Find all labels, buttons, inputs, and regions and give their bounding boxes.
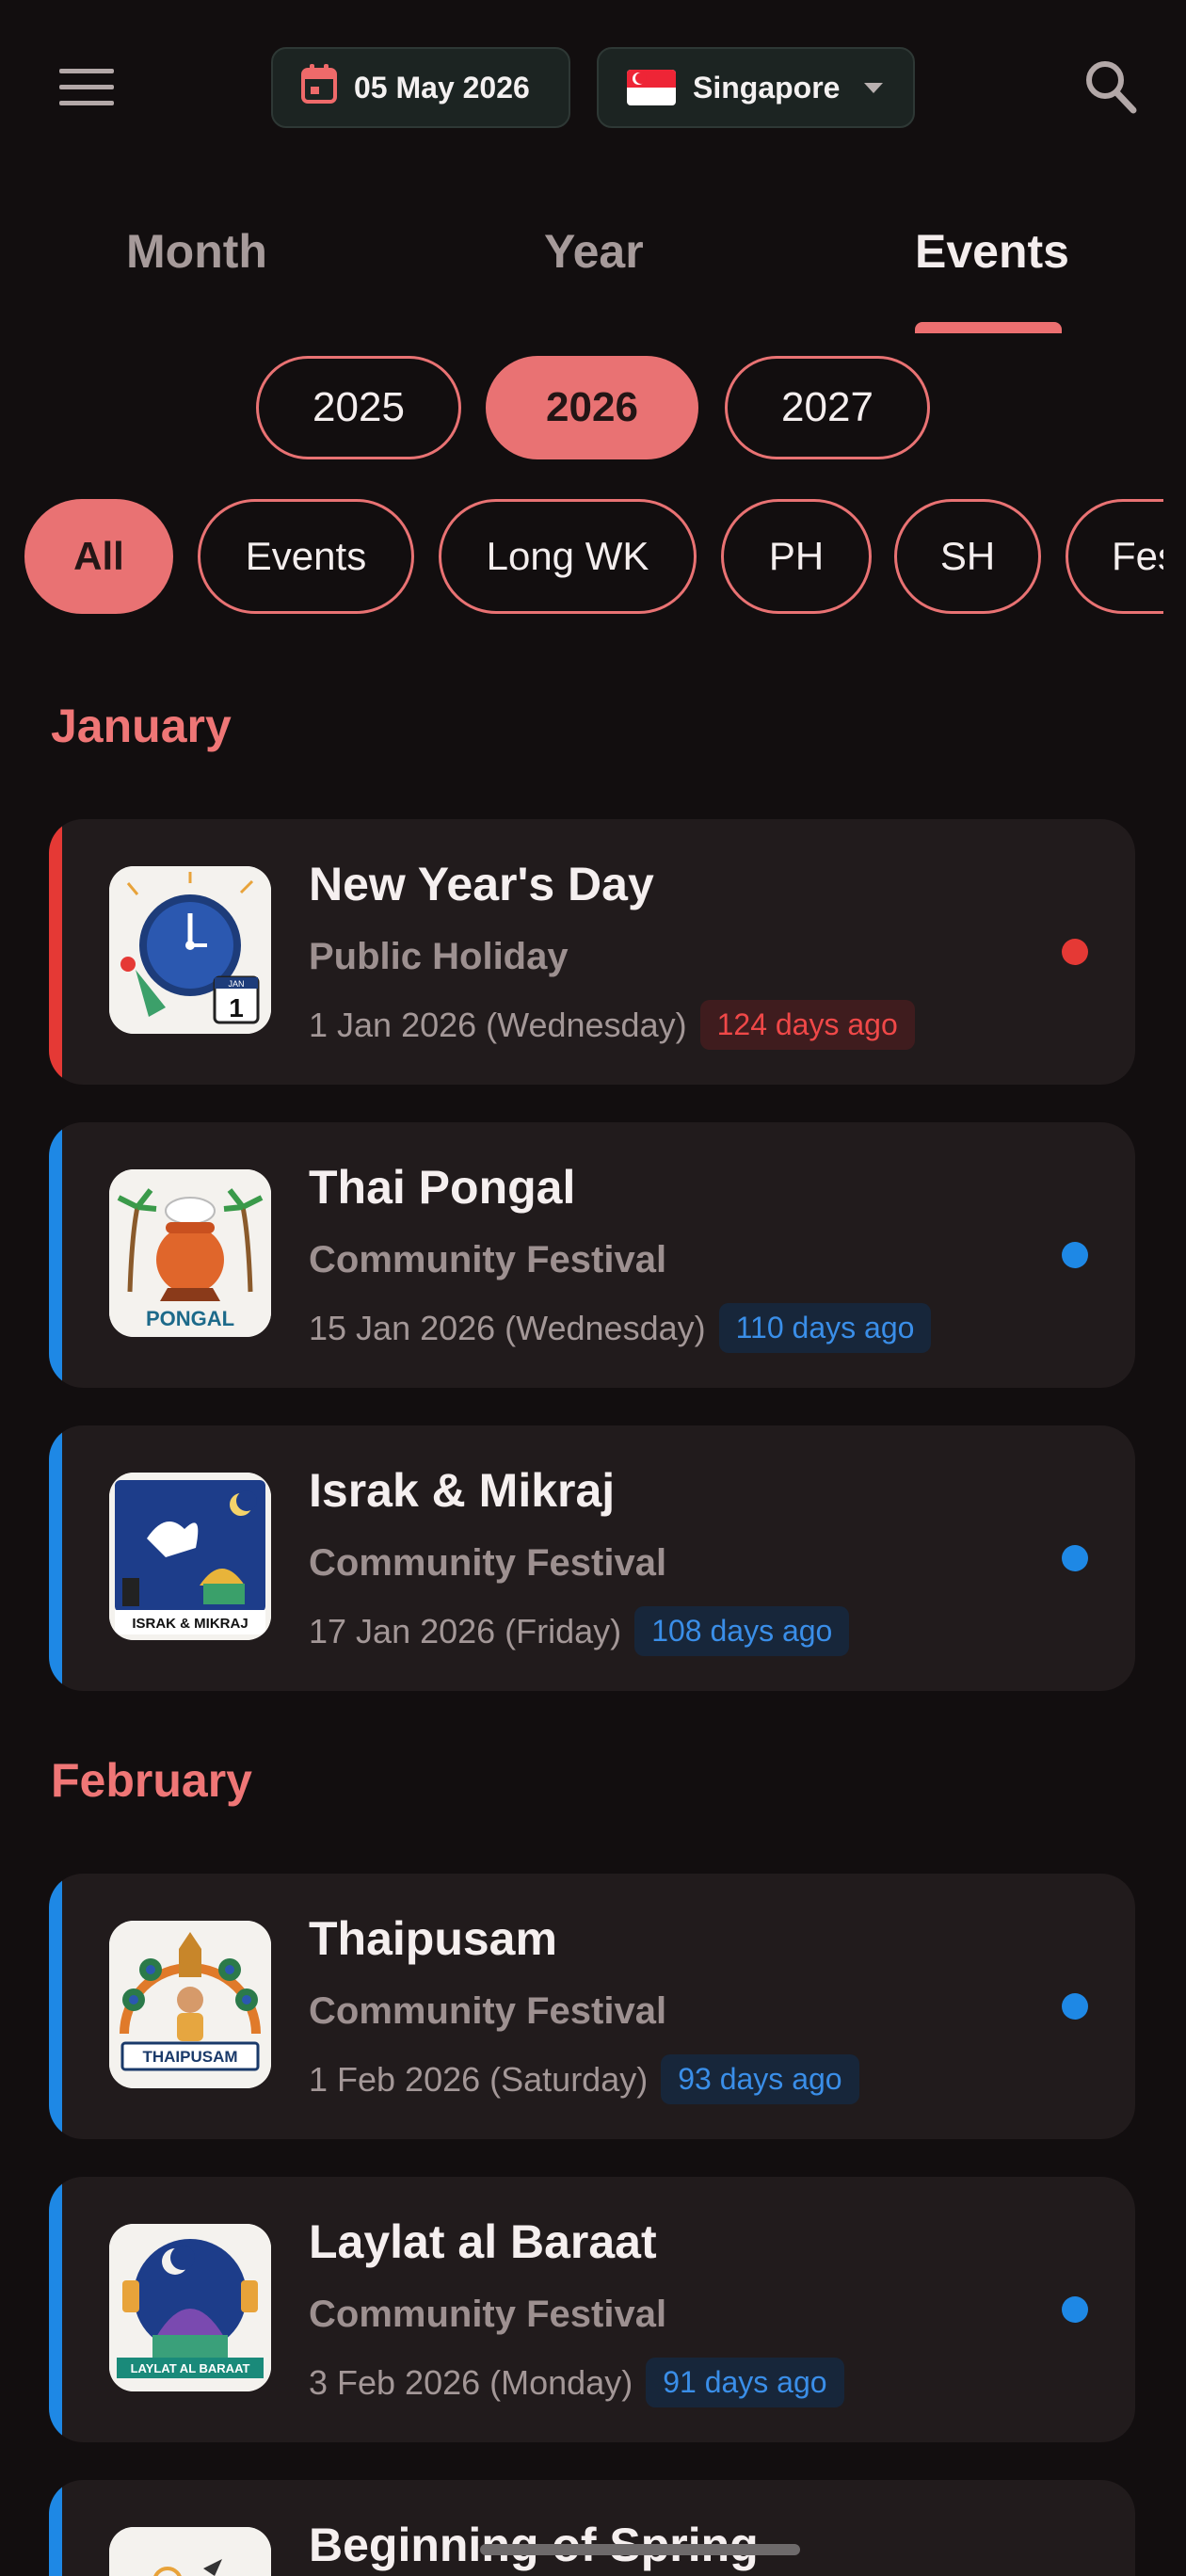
category-bar [49, 1425, 62, 1691]
event-type: Community Festival [309, 1239, 667, 1280]
days-ago-badge: 124 days ago [699, 1000, 915, 1050]
year-chip-2027[interactable]: 2027 [725, 356, 930, 459]
event-type: Community Festival [309, 1542, 667, 1584]
event-date-row: 3 Feb 2026 (Monday) 91 days ago [309, 2358, 844, 2407]
thumb-caption: ISRAK & MIKRAJ [132, 1616, 248, 1632]
category-bar [49, 1874, 62, 2139]
beginning-of-spring-image [109, 2527, 271, 2576]
category-bar [49, 2177, 62, 2442]
event-date: 15 Jan 2026 (Wednesday) [309, 1308, 706, 1347]
event-title: New Year's Day [309, 858, 654, 910]
days-ago-badge: 108 days ago [634, 1606, 850, 1656]
category-dot [1062, 1545, 1088, 1571]
search-icon[interactable] [1073, 49, 1148, 124]
category-bar [49, 1122, 62, 1388]
event-card[interactable]: PONGAL Thai Pongal Community Festival 15… [49, 1122, 1135, 1388]
event-card[interactable]: THAIPUSAM Thaipusam Community Festival 1… [49, 1874, 1135, 2139]
event-date-row: 1 Jan 2026 (Wednesday) 124 days ago [309, 1000, 915, 1050]
category-dot [1062, 939, 1088, 965]
event-date-row: 17 Jan 2026 (Friday) 108 days ago [309, 1606, 850, 1656]
event-card[interactable]: Beginning of Spring [49, 2480, 1135, 2576]
thaipusam-image: THAIPUSAM [109, 1921, 271, 2088]
date-selector[interactable]: 05 May 2026 [271, 47, 570, 128]
thumb-calendar-day: 1 [229, 993, 244, 1022]
country-label: Singapore [693, 70, 841, 105]
event-date: 1 Feb 2026 (Saturday) [309, 2059, 649, 2099]
event-date-row: 15 Jan 2026 (Wednesday) 110 days ago [309, 1303, 932, 1353]
view-tabs: Month Year Events [0, 198, 1186, 339]
event-date: 17 Jan 2026 (Friday) [309, 1611, 622, 1650]
new-years-day-image: JAN 1 [109, 866, 271, 1034]
event-card[interactable]: LAYLAT AL BARAAT Laylat al Baraat Commun… [49, 2177, 1135, 2442]
calendar-icon [301, 64, 337, 111]
israk-mikraj-image: ISRAK & MIKRAJ [109, 1473, 271, 1640]
filter-festival[interactable]: Fes [1066, 499, 1163, 614]
category-bar [49, 819, 62, 1085]
event-title: Laylat al Baraat [309, 2215, 657, 2268]
date-label: 05 May 2026 [354, 70, 530, 105]
year-chip-2025[interactable]: 2025 [256, 356, 461, 459]
event-title: Thaipusam [309, 1912, 557, 1965]
category-bar [49, 2480, 62, 2576]
event-date: 1 Jan 2026 (Wednesday) [309, 1005, 687, 1044]
thai-pongal-image: PONGAL [109, 1169, 271, 1337]
month-header-february: February [51, 1754, 252, 1807]
tab-month[interactable]: Month [126, 224, 267, 279]
month-header-january: January [51, 700, 232, 752]
thumb-caption: THAIPUSAM [142, 2048, 237, 2066]
event-type: Public Holiday [309, 936, 569, 977]
laylat-al-baraat-image: LAYLAT AL BARAAT [109, 2224, 271, 2391]
event-card[interactable]: JAN 1 New Year's Day Public Holiday 1 Ja… [49, 819, 1135, 1085]
days-ago-badge: 93 days ago [661, 2054, 859, 2104]
top-app-bar: 05 May 2026 Singapore [0, 0, 1186, 179]
days-ago-badge: 91 days ago [646, 2358, 844, 2407]
thumb-calendar-month: JAN [228, 979, 244, 989]
filter-events[interactable]: Events [198, 499, 414, 614]
filter-ph[interactable]: PH [721, 499, 872, 614]
event-title: Israk & Mikraj [309, 1464, 616, 1517]
event-date-row: 1 Feb 2026 (Saturday) 93 days ago [309, 2054, 859, 2104]
category-dot [1062, 1993, 1088, 2020]
filter-all[interactable]: All [24, 499, 173, 614]
event-type: Community Festival [309, 2294, 667, 2335]
home-indicator [480, 2544, 800, 2555]
country-selector[interactable]: Singapore [597, 47, 915, 128]
year-chip-2026[interactable]: 2026 [486, 356, 698, 459]
filter-long-weekend[interactable]: Long WK [439, 499, 697, 614]
event-card[interactable]: ISRAK & MIKRAJ Israk & Mikraj Community … [49, 1425, 1135, 1691]
singapore-flag-icon [627, 70, 676, 105]
category-dot [1062, 2296, 1088, 2323]
thumb-caption: LAYLAT AL BARAAT [131, 2361, 250, 2375]
dropdown-caret-icon [864, 82, 884, 93]
event-title: Thai Pongal [309, 1161, 576, 1214]
category-dot [1062, 1242, 1088, 1268]
active-tab-indicator [915, 322, 1062, 333]
menu-icon[interactable] [49, 55, 124, 121]
days-ago-badge: 110 days ago [718, 1303, 932, 1353]
event-date: 3 Feb 2026 (Monday) [309, 2362, 633, 2402]
tab-events[interactable]: Events [915, 224, 1069, 279]
thumb-caption: PONGAL [146, 1307, 234, 1330]
event-type: Community Festival [309, 1990, 667, 2032]
year-selector: 2025 2026 2027 [0, 356, 1186, 461]
tab-year[interactable]: Year [544, 224, 644, 279]
filter-sh[interactable]: SH [894, 499, 1041, 614]
filter-chips: All Events Long WK PH SH Fes [0, 497, 1163, 618]
